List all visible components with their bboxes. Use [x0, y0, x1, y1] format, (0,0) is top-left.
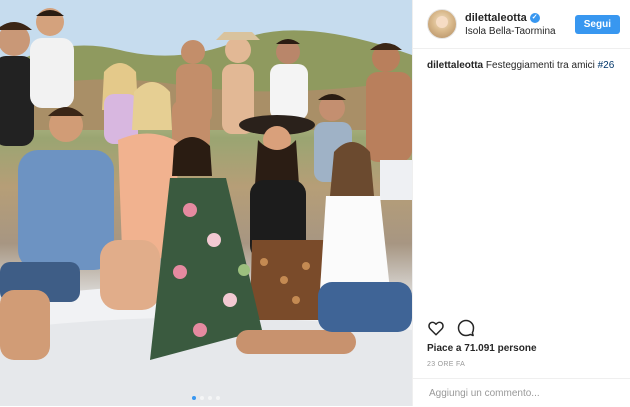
- post-photo[interactable]: [0, 0, 412, 406]
- comment-input[interactable]: [427, 386, 616, 400]
- username-link[interactable]: dilettaleotta: [465, 12, 527, 24]
- username-row: dilettaleotta ✓: [465, 12, 575, 24]
- group-photo-illustration: [0, 0, 412, 406]
- post-header-text: dilettaleotta ✓ Isola Bella-Taormina: [465, 12, 575, 37]
- avatar[interactable]: [427, 9, 457, 39]
- carousel-indicator: [0, 396, 412, 400]
- carousel-dot[interactable]: [192, 396, 196, 400]
- follow-button[interactable]: Segui: [574, 14, 620, 34]
- instagram-post: dilettaleotta ✓ Isola Bella-Taormina Seg…: [0, 0, 630, 406]
- comment-bar: [413, 378, 630, 407]
- like-count[interactable]: Piace a 71.091 persone: [427, 343, 537, 354]
- carousel-dot[interactable]: [208, 396, 212, 400]
- hashtag-link[interactable]: #26: [598, 60, 615, 71]
- verified-badge-icon: ✓: [529, 12, 540, 23]
- comment-bubble-icon[interactable]: [457, 319, 475, 337]
- post-side-panel: dilettaleotta ✓ Isola Bella-Taormina Seg…: [412, 0, 630, 406]
- location-link[interactable]: Isola Bella-Taormina: [465, 26, 575, 37]
- carousel-dot[interactable]: [216, 396, 220, 400]
- caption-username-link[interactable]: dilettaleotta: [427, 60, 483, 71]
- post-header: dilettaleotta ✓ Isola Bella-Taormina Seg…: [413, 0, 630, 49]
- caption-text: Festeggiamenti tra amici: [485, 60, 595, 71]
- post-timestamp: 23 ORE FA: [427, 361, 466, 368]
- post-actions: [427, 319, 475, 337]
- post-caption: dilettaleotta Festeggiamenti tra amici #…: [413, 49, 630, 83]
- carousel-dot[interactable]: [200, 396, 204, 400]
- heart-icon[interactable]: [427, 319, 445, 337]
